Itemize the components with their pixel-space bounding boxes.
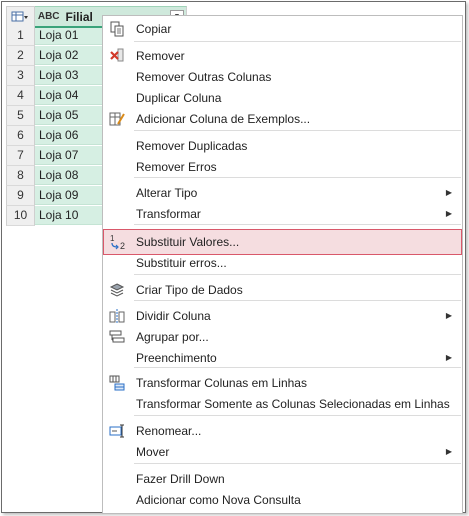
column-examples-icon	[109, 111, 125, 127]
submenu-arrow-icon: ▶	[445, 311, 452, 320]
row-number[interactable]: 10	[6, 206, 35, 226]
menu-item-substituir-erros[interactable]: Substituir erros...	[103, 253, 462, 273]
menu-separator	[134, 463, 461, 464]
row-number[interactable]: 2	[6, 46, 35, 66]
menu-item-criar-tipo-de-dados[interactable]: Criar Tipo de Dados	[103, 280, 462, 300]
menu-separator	[134, 224, 461, 225]
menu-item-label: Criar Tipo de Dados	[136, 283, 243, 297]
table-menu-button[interactable]	[6, 6, 35, 27]
row-number[interactable]: 7	[6, 146, 35, 166]
split-column-icon	[109, 308, 125, 324]
menu-item-label: Remover	[136, 49, 185, 63]
row-number[interactable]: 5	[6, 106, 35, 126]
menu-item-mover[interactable]: Mover ▶	[103, 442, 462, 462]
menu-item-label: Transformar	[136, 207, 201, 221]
menu-item-substituir-valores[interactable]: 1 2 Substituir Valores...	[103, 229, 462, 255]
menu-item-remover-outras-colunas[interactable]: Remover Outras Colunas	[103, 67, 462, 87]
menu-item-label: Remover Outras Colunas	[136, 70, 272, 84]
submenu-arrow-icon: ▶	[445, 447, 452, 456]
menu-item-remover-erros[interactable]: Remover Erros	[103, 157, 462, 177]
menu-item-label: Agrupar por...	[136, 330, 209, 344]
menu-item-label: Duplicar Coluna	[136, 91, 222, 105]
menu-item-adicionar-como-nova-consulta[interactable]: Adicionar como Nova Consulta	[103, 490, 462, 510]
menu-item-label: Preenchimento	[136, 351, 217, 365]
menu-item-copiar[interactable]: Copiar	[103, 19, 462, 39]
menu-item-agrupar-por[interactable]: Agrupar por...	[103, 327, 462, 347]
menu-item-label: Adicionar Coluna de Exemplos...	[136, 112, 311, 126]
menu-item-label: Alterar Tipo	[136, 186, 198, 200]
menu-separator	[134, 300, 461, 301]
menu-separator	[134, 41, 461, 42]
group-by-icon	[109, 329, 125, 345]
text-type-icon[interactable]: ABC	[38, 11, 60, 22]
menu-separator	[134, 177, 461, 178]
row-number[interactable]: 8	[6, 166, 35, 186]
menu-item-renomear[interactable]: Renomear...	[103, 421, 462, 441]
menu-item-label: Transformar Colunas em Linhas	[136, 376, 307, 390]
menu-item-label: Dividir Coluna	[136, 309, 211, 323]
menu-item-fazer-drill-down[interactable]: Fazer Drill Down	[103, 469, 462, 489]
row-number[interactable]: 9	[6, 186, 35, 206]
table-icon	[11, 11, 29, 21]
menu-item-adicionar-coluna-de-exemplos[interactable]: Adicionar Coluna de Exemplos...	[103, 109, 462, 129]
submenu-arrow-icon: ▶	[445, 353, 452, 362]
menu-item-duplicar-coluna[interactable]: Duplicar Coluna	[103, 88, 462, 108]
menu-separator	[134, 130, 461, 131]
menu-separator	[134, 415, 461, 416]
menu-item-transformar-colunas-em-linhas[interactable]: Transformar Colunas em Linhas	[103, 373, 462, 393]
menu-item-transformar[interactable]: Transformar ▶	[103, 204, 462, 224]
menu-item-label: Renomear...	[136, 424, 202, 438]
menu-separator	[134, 274, 461, 275]
menu-item-remover-duplicadas[interactable]: Remover Duplicadas	[103, 136, 462, 156]
row-number[interactable]: 3	[6, 66, 35, 86]
menu-item-label: Fazer Drill Down	[136, 472, 225, 486]
submenu-arrow-icon: ▶	[445, 188, 452, 197]
menu-item-label: Copiar	[136, 22, 172, 36]
copy-icon	[109, 21, 125, 37]
menu-item-label: Mover	[136, 445, 170, 459]
row-number[interactable]: 6	[6, 126, 35, 146]
menu-item-dividir-coluna[interactable]: Dividir Coluna ▶	[103, 306, 462, 326]
row-number[interactable]: 4	[6, 86, 35, 106]
unpivot-icon	[109, 375, 125, 391]
remove-icon	[109, 48, 125, 64]
menu-item-label: Remover Duplicadas	[136, 139, 248, 153]
column-name: Filial	[65, 9, 93, 24]
menu-item-remover[interactable]: Remover	[103, 46, 462, 66]
svg-text:2: 2	[120, 241, 125, 250]
replace-values-icon: 12	[110, 234, 126, 251]
menu-item-label: Remover Erros	[136, 160, 217, 174]
data-type-icon	[109, 282, 125, 298]
menu-item-label: Substituir erros...	[136, 256, 227, 270]
row-number[interactable]: 1	[6, 26, 35, 46]
column-context-menu: Copiar Remover Remover Outras Colunas Dupli…	[102, 15, 463, 514]
menu-item-label: Transformar Somente as Colunas Seleciona…	[136, 397, 450, 411]
menu-item-preenchimento[interactable]: Preenchimento ▶	[103, 348, 462, 368]
menu-item-transformar-somente-as-colunas-selecionadas-em-linhas[interactable]: Transformar Somente as Colunas Seleciona…	[103, 394, 462, 414]
svg-text:1: 1	[110, 234, 115, 243]
rename-icon	[109, 423, 125, 439]
menu-item-alterar-tipo[interactable]: Alterar Tipo ▶	[103, 183, 462, 203]
menu-item-label: Substituir Valores...	[136, 235, 240, 249]
power-query-window: ABC Filial ▼ 1Loja 012Loja 023Loja 034Lo…	[1, 1, 466, 514]
submenu-arrow-icon: ▶	[445, 209, 452, 218]
menu-item-label: Adicionar como Nova Consulta	[136, 493, 301, 507]
